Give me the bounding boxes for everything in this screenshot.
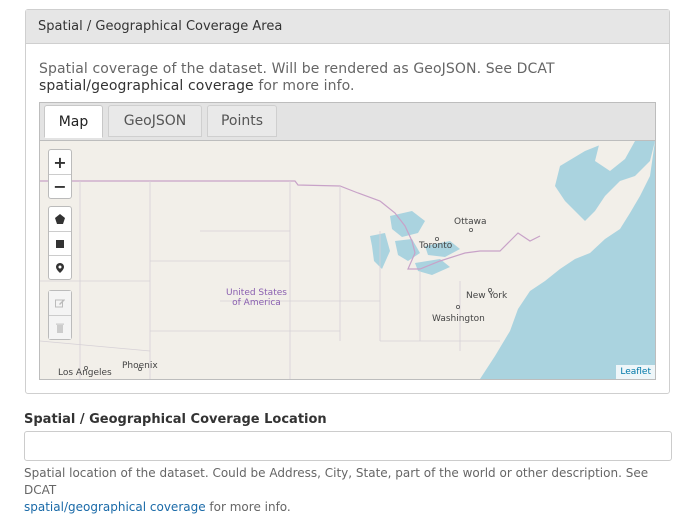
zoom-control: + − — [48, 149, 72, 199]
tab-geojson[interactable]: GeoJSON — [108, 105, 202, 137]
polygon-icon[interactable] — [49, 207, 71, 231]
map-label-usa-line2: of America — [232, 298, 281, 308]
map-canvas[interactable]: Ottawa Toronto New York Washington Unite… — [40, 141, 655, 379]
panel-heading: Spatial / Geographical Coverage Area — [26, 10, 669, 44]
coverage-area-panel: Spatial / Geographical Coverage Area Spa… — [25, 9, 670, 394]
zoom-out-button[interactable]: − — [49, 174, 71, 198]
tab-points[interactable]: Points — [207, 105, 277, 137]
location-help: Spatial location of the dataset. Could b… — [24, 465, 684, 516]
location-help-link[interactable]: spatial/geographical coverage — [24, 500, 206, 514]
map-label-toronto: Toronto — [419, 241, 453, 251]
edit-toolbar — [48, 290, 72, 340]
map-tabs: Map GeoJSON Points Ottawa Toronto New Yo… — [39, 102, 656, 380]
map-label-usa: United States of America — [226, 288, 287, 308]
map-label-washington: Washington — [432, 314, 485, 324]
map-tiles — [40, 141, 655, 379]
location-help-suffix: for more info. — [205, 500, 291, 514]
map-label-los-angeles: Los Angeles — [58, 368, 112, 378]
marker-icon[interactable] — [49, 255, 71, 279]
location-help-text: Spatial location of the dataset. Could b… — [24, 466, 649, 497]
tab-map[interactable]: Map — [44, 105, 103, 138]
zoom-in-button[interactable]: + — [49, 150, 71, 174]
location-input[interactable] — [24, 431, 672, 461]
trash-icon[interactable] — [49, 315, 71, 339]
location-field-label: Spatial / Geographical Coverage Location — [24, 412, 327, 427]
help-text: Spatial coverage of the dataset. Will be… — [39, 61, 555, 77]
coverage-area-help: Spatial coverage of the dataset. Will be… — [39, 61, 649, 95]
help-suffix: for more info. — [253, 78, 355, 94]
draw-toolbar — [48, 206, 72, 280]
tab-bar: Map GeoJSON Points — [40, 103, 655, 141]
help-link: spatial/geographical coverage — [39, 78, 254, 94]
map-label-phoenix: Phoenix — [122, 361, 158, 371]
leaflet-attribution-link[interactable]: Leaflet — [616, 365, 655, 379]
map-label-usa-line1: United States — [226, 288, 287, 298]
map-label-ottawa: Ottawa — [454, 217, 487, 227]
edit-icon[interactable] — [49, 291, 71, 315]
map-label-new-york: New York — [466, 291, 508, 301]
rectangle-icon[interactable] — [49, 231, 71, 255]
